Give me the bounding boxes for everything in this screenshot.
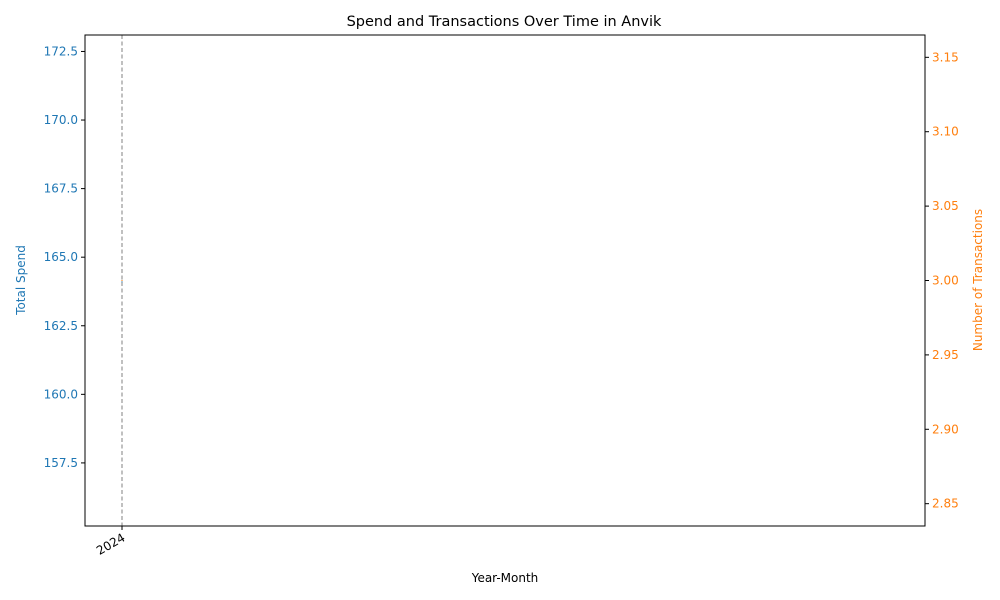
right-tick-label: 2.90	[932, 422, 959, 436]
right-tick-label: 3.15	[932, 50, 959, 64]
right-tick-label: 3.10	[932, 125, 959, 139]
left-tick-label: 165.0	[44, 250, 78, 264]
chart: Spend and Transactions Over Time in Anvi…	[0, 0, 1000, 600]
chart-title: Spend and Transactions Over Time in Anvi…	[347, 14, 662, 30]
right-axis-label: Number of Transactions	[971, 209, 985, 351]
left-axis-label: Total Spend	[14, 245, 28, 316]
left-tick-label: 170.0	[44, 113, 78, 127]
left-tick-label: 162.5	[44, 319, 78, 333]
left-tick-label: 167.5	[44, 182, 78, 196]
right-tick-label: 3.05	[932, 199, 959, 213]
x-axis-label: Year-Month	[471, 571, 539, 585]
right-tick-label: 3.00	[932, 274, 959, 288]
right-tick-label: 2.85	[932, 497, 959, 511]
left-tick-label: 157.5	[44, 456, 78, 470]
right-tick-label: 2.95	[932, 348, 959, 362]
left-tick-label: 172.5	[44, 44, 78, 58]
chart-background	[0, 0, 1000, 600]
transactions-point	[121, 279, 123, 282]
left-tick-label: 160.0	[44, 387, 78, 401]
spend-point	[121, 281, 123, 283]
